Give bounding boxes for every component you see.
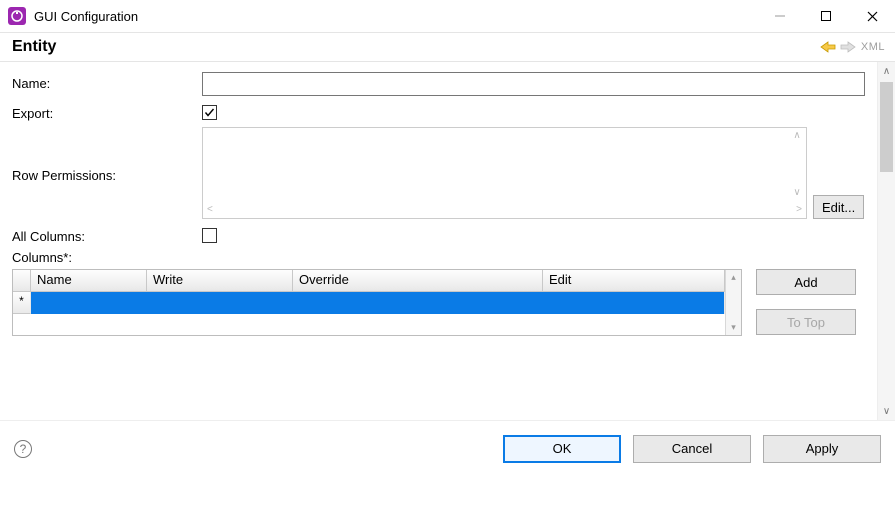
rowperm-vscroll[interactable]: ∧∨: [788, 128, 806, 200]
row-permissions-label: Row Permissions:: [12, 164, 202, 183]
apply-button[interactable]: Apply: [763, 435, 881, 463]
nav-forward-icon[interactable]: [839, 38, 857, 56]
window-title: GUI Configuration: [34, 9, 138, 24]
columns-label: Columns*:: [12, 250, 865, 265]
titlebar: GUI Configuration: [0, 0, 895, 32]
maximize-button[interactable]: [803, 0, 849, 32]
name-input[interactable]: [202, 72, 865, 96]
grid-header: Name Write Override Edit: [13, 270, 725, 292]
all-columns-label: All Columns:: [12, 225, 202, 244]
row-permissions-box[interactable]: ∧∨ <>: [202, 127, 807, 219]
xml-link[interactable]: XML: [861, 41, 885, 53]
close-button[interactable]: [849, 0, 895, 32]
page-title: Entity: [12, 38, 56, 56]
app-icon: [8, 7, 26, 25]
scroll-thumb[interactable]: [880, 82, 893, 172]
cancel-button[interactable]: Cancel: [633, 435, 751, 463]
dialog-footer: ? OK Cancel Apply: [0, 420, 895, 476]
name-label: Name:: [12, 72, 202, 91]
grid-new-row-marker: *: [13, 292, 31, 314]
grid-col-edit[interactable]: Edit: [543, 270, 725, 291]
minimize-button[interactable]: [757, 0, 803, 32]
grid-vscroll[interactable]: ▴▾: [725, 270, 741, 335]
export-checkbox[interactable]: [202, 105, 217, 120]
grid-new-row-selection[interactable]: [31, 292, 725, 314]
rowperm-hscroll[interactable]: <>: [203, 200, 806, 218]
grid-col-name[interactable]: Name: [31, 270, 147, 291]
nav-back-icon[interactable]: [819, 38, 837, 56]
grid-row-header-blank: [13, 270, 31, 291]
form-body: Name: Export: Row Permissions: ∧∨ <>: [0, 62, 895, 420]
all-columns-checkbox[interactable]: [202, 228, 217, 243]
help-icon[interactable]: ?: [14, 440, 32, 458]
page-header: Entity XML: [0, 32, 895, 62]
grid-col-write[interactable]: Write: [147, 270, 293, 291]
scroll-up-icon[interactable]: ∧: [878, 62, 895, 80]
scroll-down-icon[interactable]: ∨: [878, 402, 895, 420]
body-vscroll[interactable]: ∧ ∨: [877, 62, 895, 420]
grid-new-row[interactable]: *: [13, 292, 725, 314]
grid-col-override[interactable]: Override: [293, 270, 543, 291]
export-label: Export:: [12, 102, 202, 121]
columns-grid[interactable]: Name Write Override Edit * ▴▾: [12, 269, 742, 336]
to-top-button[interactable]: To Top: [756, 309, 856, 335]
add-button[interactable]: Add: [756, 269, 856, 295]
ok-button[interactable]: OK: [503, 435, 621, 463]
edit-button[interactable]: Edit...: [813, 195, 864, 219]
